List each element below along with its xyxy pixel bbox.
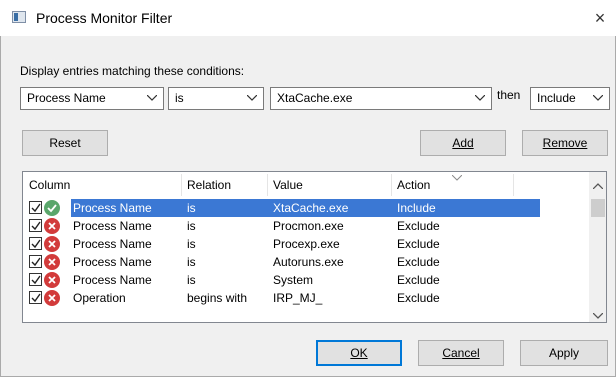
row-checkbox[interactable] bbox=[29, 255, 42, 268]
action-select[interactable]: Include bbox=[530, 87, 610, 110]
row-checkbox[interactable] bbox=[29, 273, 42, 286]
cell-action: Include bbox=[397, 201, 436, 215]
header-action[interactable]: Action bbox=[397, 178, 430, 192]
cell-value: Procmon.exe bbox=[273, 219, 344, 233]
table-row[interactable]: Process Name is System Exclude bbox=[23, 271, 589, 289]
cell-column: Process Name bbox=[73, 273, 152, 287]
scrollbar-thumb[interactable] bbox=[591, 199, 605, 217]
red-x-icon bbox=[44, 272, 60, 288]
column-select-value: Process Name bbox=[27, 91, 106, 105]
cell-action: Exclude bbox=[397, 273, 440, 287]
add-button-label: Add bbox=[452, 136, 474, 150]
cell-action: Exclude bbox=[397, 255, 440, 269]
filter-list[interactable]: Column Relation Value Action Process Nam… bbox=[22, 171, 607, 323]
app-icon bbox=[12, 11, 26, 23]
row-checkbox[interactable] bbox=[29, 237, 42, 250]
row-checkbox[interactable] bbox=[29, 201, 42, 214]
relation-select[interactable]: is bbox=[168, 87, 264, 110]
header-divider[interactable] bbox=[513, 174, 514, 196]
cell-relation: begins with bbox=[187, 291, 248, 305]
chevron-down-icon[interactable] bbox=[473, 88, 487, 109]
row-checkbox[interactable] bbox=[29, 291, 42, 304]
red-x-icon bbox=[44, 236, 60, 252]
cell-relation: is bbox=[187, 201, 196, 215]
cell-action: Exclude bbox=[397, 291, 440, 305]
scroll-down-icon[interactable] bbox=[592, 308, 604, 319]
then-label: then bbox=[497, 88, 521, 102]
apply-button[interactable]: Apply bbox=[520, 340, 608, 366]
add-button[interactable]: Add bbox=[420, 130, 506, 156]
cell-value: System bbox=[273, 273, 314, 287]
value-input-text: XtaCache.exe bbox=[277, 91, 353, 105]
ok-button[interactable]: OK bbox=[316, 340, 402, 366]
chevron-down-icon bbox=[591, 88, 605, 109]
chevron-down-icon bbox=[245, 88, 259, 109]
table-row[interactable]: Process Name is Procexp.exe Exclude bbox=[23, 235, 589, 253]
cell-value: Autoruns.exe bbox=[273, 255, 344, 269]
chevron-down-icon bbox=[145, 88, 159, 109]
red-x-icon bbox=[44, 254, 60, 270]
header-relation[interactable]: Relation bbox=[187, 178, 231, 192]
cell-relation: is bbox=[187, 219, 196, 233]
cell-value: IRP_MJ_ bbox=[273, 291, 323, 305]
cell-action: Exclude bbox=[397, 219, 440, 233]
row-checkbox[interactable] bbox=[29, 219, 42, 232]
cell-column: Process Name bbox=[73, 219, 152, 233]
cell-column: Process Name bbox=[73, 237, 152, 251]
header-value[interactable]: Value bbox=[273, 178, 303, 192]
table-row[interactable]: Process Name is XtaCache.exe Include bbox=[23, 199, 589, 217]
green-check-icon bbox=[44, 200, 60, 216]
header-divider[interactable] bbox=[181, 174, 182, 196]
red-x-icon bbox=[44, 218, 60, 234]
conditions-label: Display entries matching these condition… bbox=[20, 64, 245, 78]
column-select[interactable]: Process Name bbox=[20, 87, 164, 110]
cell-column: Operation bbox=[73, 291, 126, 305]
red-x-icon bbox=[44, 290, 60, 306]
cell-value: Procexp.exe bbox=[273, 237, 340, 251]
value-input[interactable]: XtaCache.exe bbox=[270, 87, 492, 110]
cancel-button[interactable]: Cancel bbox=[418, 340, 504, 366]
cell-column: Process Name bbox=[73, 255, 152, 269]
sort-indicator-icon bbox=[451, 173, 463, 183]
title-bar: Process Monitor Filter × bbox=[0, 0, 616, 36]
window-title: Process Monitor Filter bbox=[36, 10, 173, 26]
header-divider[interactable] bbox=[391, 174, 392, 196]
remove-button-label: Remove bbox=[542, 136, 588, 150]
header-column[interactable]: Column bbox=[29, 178, 70, 192]
close-icon[interactable]: × bbox=[588, 6, 612, 30]
list-header: Column Relation Value Action bbox=[23, 172, 589, 198]
cell-relation: is bbox=[187, 273, 196, 287]
ok-button-label: OK bbox=[350, 346, 368, 360]
action-select-value: Include bbox=[537, 91, 576, 105]
cell-value: XtaCache.exe bbox=[273, 201, 349, 215]
relation-select-value: is bbox=[175, 91, 184, 105]
remove-button[interactable]: Remove bbox=[522, 130, 608, 156]
cell-column: Process Name bbox=[73, 201, 152, 215]
cell-relation: is bbox=[187, 237, 196, 251]
vertical-scrollbar[interactable] bbox=[589, 172, 606, 322]
table-row[interactable]: Operation begins with IRP_MJ_ Exclude bbox=[23, 289, 589, 307]
scroll-up-icon[interactable] bbox=[592, 178, 604, 190]
cell-relation: is bbox=[187, 255, 196, 269]
cell-action: Exclude bbox=[397, 237, 440, 251]
table-row[interactable]: Process Name is Procmon.exe Exclude bbox=[23, 217, 589, 235]
reset-button[interactable]: Reset bbox=[22, 130, 108, 156]
cancel-button-label: Cancel bbox=[442, 346, 480, 360]
header-divider[interactable] bbox=[267, 174, 268, 196]
table-row[interactable]: Process Name is Autoruns.exe Exclude bbox=[23, 253, 589, 271]
